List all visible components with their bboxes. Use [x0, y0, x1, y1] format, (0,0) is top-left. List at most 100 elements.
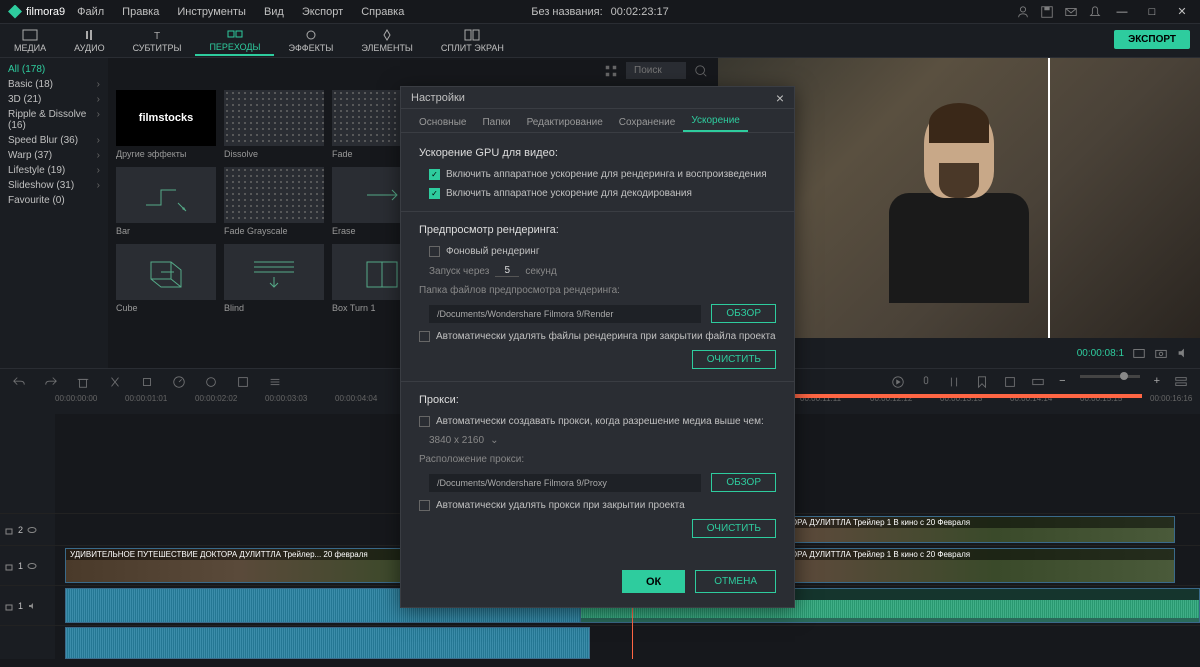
- menu-export[interactable]: Экспорт: [302, 6, 343, 18]
- effect-blind[interactable]: Blind: [224, 244, 324, 313]
- render-autodelete-checkbox[interactable]: [419, 331, 430, 342]
- tab-subtitles[interactable]: TСУБТИТРЫ: [119, 27, 196, 55]
- sidebar-item-warp[interactable]: Warp (37)›: [0, 148, 108, 163]
- menu-help[interactable]: Справка: [361, 6, 404, 18]
- zoom-icon[interactable]: [1003, 375, 1017, 389]
- lock-icon[interactable]: [4, 525, 14, 535]
- preview-timecode: 00:00:08:1: [1077, 348, 1124, 359]
- bg-render-checkbox-row: Фоновый рендеринг: [419, 246, 776, 257]
- gpu-render-checkbox[interactable]: [429, 169, 440, 180]
- marker-icon[interactable]: [975, 375, 989, 389]
- track-head-v2[interactable]: 2: [0, 514, 55, 545]
- proxy-browse-button[interactable]: ОБЗОР: [711, 473, 776, 492]
- crop-icon[interactable]: [140, 375, 154, 389]
- ok-button[interactable]: ОК: [622, 570, 685, 593]
- maximize-button[interactable]: □: [1142, 6, 1162, 18]
- menu-view[interactable]: Вид: [264, 6, 284, 18]
- render-folder-row: /Documents/Wondershare Filmora 9/Render …: [419, 304, 776, 323]
- bg-render-checkbox[interactable]: [429, 246, 440, 257]
- search-icon[interactable]: [694, 64, 708, 78]
- save-icon[interactable]: [1040, 5, 1054, 19]
- lock-icon[interactable]: [4, 601, 14, 611]
- sidebar-item-basic[interactable]: Basic (18)›: [0, 77, 108, 92]
- proxy-resolution-dropdown[interactable]: 3840 x 2160 ⌄: [419, 435, 776, 446]
- delete-icon[interactable]: [76, 375, 90, 389]
- tab-transitions[interactable]: ПЕРЕХОДЫ: [195, 26, 274, 56]
- minimize-button[interactable]: —: [1112, 6, 1132, 18]
- greenscreen-icon[interactable]: [236, 375, 250, 389]
- tab-splitscreen[interactable]: СПЛИТ ЭКРАН: [427, 27, 518, 55]
- mail-icon[interactable]: [1064, 5, 1078, 19]
- render-folder-path[interactable]: /Documents/Wondershare Filmora 9/Render: [429, 305, 701, 323]
- menu-tools[interactable]: Инструменты: [177, 6, 246, 18]
- mixer-icon[interactable]: [947, 375, 961, 389]
- color-icon[interactable]: [204, 375, 218, 389]
- cancel-button[interactable]: ОТМЕНА: [695, 570, 776, 593]
- sidebar-item-slideshow[interactable]: Slideshow (31)›: [0, 178, 108, 193]
- manage-icon[interactable]: [1174, 375, 1188, 389]
- volume-icon[interactable]: [1176, 346, 1190, 360]
- sidebar-item-lifestyle[interactable]: Lifestyle (19)›: [0, 163, 108, 178]
- tab-effects[interactable]: ЭФФЕКТЫ: [274, 27, 347, 55]
- play-icon[interactable]: [891, 375, 905, 389]
- dialog-tab-saving[interactable]: Сохранение: [611, 113, 684, 132]
- undo-icon[interactable]: [12, 375, 26, 389]
- mute-icon[interactable]: [27, 601, 37, 611]
- tab-media[interactable]: МЕДИА: [0, 27, 60, 55]
- fit-icon[interactable]: [1031, 375, 1045, 389]
- menu-edit[interactable]: Правка: [122, 6, 159, 18]
- tab-elements[interactable]: ЭЛЕМЕНТЫ: [347, 27, 427, 55]
- effect-fadegray[interactable]: Fade Grayscale: [224, 167, 324, 236]
- effect-filmstocks[interactable]: filmstocksДругие эффекты: [116, 90, 216, 159]
- preview-playhead[interactable]: [1048, 58, 1050, 338]
- user-icon[interactable]: [1016, 5, 1030, 19]
- settings-icon[interactable]: [268, 375, 282, 389]
- sidebar-item-speedblur[interactable]: Speed Blur (36)›: [0, 133, 108, 148]
- track-head-v1[interactable]: 1: [0, 546, 55, 585]
- effect-bar[interactable]: Bar: [116, 167, 216, 236]
- tab-audio[interactable]: АУДИО: [60, 27, 119, 55]
- gpu-decode-checkbox[interactable]: [429, 188, 440, 199]
- screenshot-icon[interactable]: [1132, 346, 1146, 360]
- clip-audio-2[interactable]: [65, 627, 590, 659]
- zoom-out-icon[interactable]: −: [1059, 375, 1065, 389]
- dialog-tab-folders[interactable]: Папки: [474, 113, 518, 132]
- effect-dissolve[interactable]: Dissolve: [224, 90, 324, 159]
- sidebar-item-3d[interactable]: 3D (21)›: [0, 92, 108, 107]
- speed-icon[interactable]: [172, 375, 186, 389]
- track-head-a1[interactable]: 1: [0, 586, 55, 625]
- dialog-header[interactable]: Настройки ×: [401, 87, 794, 109]
- camera-icon[interactable]: [1154, 346, 1168, 360]
- eye-icon[interactable]: [27, 561, 37, 571]
- effect-cube[interactable]: Cube: [116, 244, 216, 313]
- proxy-clear-button[interactable]: ОЧИСТИТЬ: [692, 519, 776, 538]
- eye-icon[interactable]: [27, 525, 37, 535]
- close-button[interactable]: ✕: [1172, 5, 1192, 18]
- dialog-tab-general[interactable]: Основные: [411, 113, 474, 132]
- zoom-slider[interactable]: [1080, 375, 1140, 378]
- grid-icon[interactable]: [604, 64, 618, 78]
- redo-icon[interactable]: [44, 375, 58, 389]
- render-browse-button[interactable]: ОБЗОР: [711, 304, 776, 323]
- proxy-autocreate-checkbox[interactable]: [419, 416, 430, 427]
- dialog-close-button[interactable]: ×: [776, 90, 784, 106]
- menu-file[interactable]: Файл: [77, 6, 104, 18]
- sidebar-item-ripple[interactable]: Ripple & Dissolve (16)›: [0, 107, 108, 133]
- dialog-tabs: Основные Папки Редактирование Сохранение…: [401, 109, 794, 133]
- sidebar-item-favourite[interactable]: Favourite (0): [0, 193, 108, 208]
- proxy-location-path[interactable]: /Documents/Wondershare Filmora 9/Proxy: [429, 474, 701, 492]
- bell-icon[interactable]: [1088, 5, 1102, 19]
- zoom-in-icon[interactable]: +: [1154, 375, 1160, 389]
- mic-icon[interactable]: [919, 375, 933, 389]
- split-icon[interactable]: [108, 375, 122, 389]
- dialog-tab-editing[interactable]: Редактирование: [519, 113, 611, 132]
- proxy-clear-row: ОЧИСТИТЬ: [419, 519, 776, 538]
- lock-icon[interactable]: [4, 561, 14, 571]
- render-clear-button[interactable]: ОЧИСТИТЬ: [692, 350, 776, 369]
- search-input[interactable]: [626, 62, 686, 79]
- dialog-tab-acceleration[interactable]: Ускорение: [683, 111, 748, 132]
- proxy-autodelete-checkbox[interactable]: [419, 500, 430, 511]
- export-button[interactable]: ЭКСПОРТ: [1114, 30, 1190, 49]
- sidebar-item-all[interactable]: All (178): [0, 62, 108, 77]
- render-delay-input[interactable]: [495, 265, 519, 277]
